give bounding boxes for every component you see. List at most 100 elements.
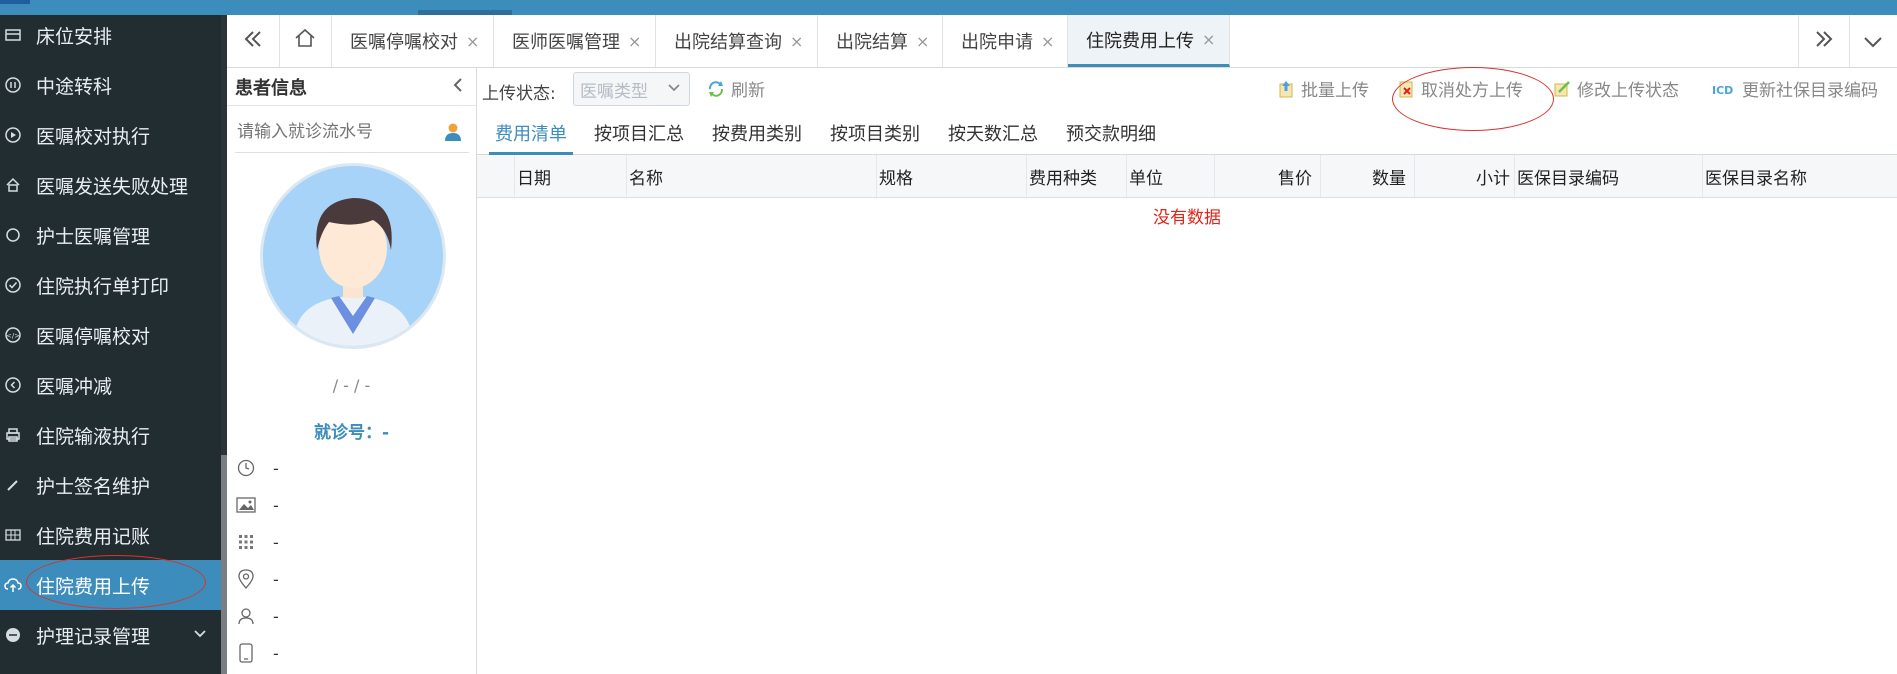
column-header[interactable]: 医保目录名称 [1703, 155, 1897, 197]
tab-stop-order-check[interactable]: 医嘱停嘱校对 × [332, 15, 494, 67]
tab-discharge-settlement[interactable]: 出院结算 × [818, 15, 943, 67]
update-code-label: 更新社保目录编码 [1742, 81, 1878, 101]
modify-status-label: 修改上传状态 [1577, 81, 1679, 101]
sidebar-item-label: 护士签名维护 [36, 475, 151, 498]
info-value: - [273, 606, 279, 626]
pen-icon [4, 476, 22, 494]
sidebar-item-order-check[interactable]: 医嘱校对执行 [0, 110, 221, 160]
svg-text:</>: </> [6, 332, 20, 340]
sidebar-item-stop-check[interactable]: </> 医嘱停嘱校对 [0, 310, 221, 360]
sidebar-item-label: 护士医嘱管理 [36, 225, 151, 248]
close-icon[interactable]: × [628, 32, 641, 51]
home-tab-button[interactable] [279, 15, 332, 67]
info-value: - [273, 569, 279, 589]
subtab-prepayment-detail[interactable]: 预交款明细 [1066, 114, 1156, 152]
tab-discharge-apply[interactable]: 出院申请 × [943, 15, 1068, 67]
tab-label: 医师医嘱管理 [512, 32, 620, 53]
select-placeholder: 医嘱类型 [580, 81, 648, 102]
user-search-icon[interactable] [443, 122, 463, 142]
column-header[interactable]: 日期 [515, 155, 627, 197]
chevron-down-icon[interactable] [193, 627, 207, 643]
sidebar-item-label: 住院费用记账 [36, 525, 151, 548]
sidebar-item-bed-arrangement[interactable]: 床位安排 [0, 15, 221, 60]
visit-number-input[interactable] [235, 121, 439, 143]
chevron-left-icon[interactable] [452, 77, 464, 97]
close-icon[interactable]: × [790, 32, 803, 51]
top-header-bar [0, 0, 1897, 15]
chevron-down-icon [667, 81, 681, 97]
tab-discharge-query[interactable]: 出院结算查询 × [656, 15, 818, 67]
column-header[interactable]: 费用种类 [1027, 155, 1127, 197]
code-circle-icon: </> [4, 326, 22, 344]
avatar [260, 163, 446, 349]
sidebar-item-nurse-order[interactable]: 护士医嘱管理 [0, 210, 221, 260]
column-header[interactable]: 数量 [1321, 155, 1415, 197]
info-value: - [273, 495, 279, 515]
sidebar-item-nursing-record[interactable]: 护理记录管理 [0, 610, 221, 660]
subtab-by-day[interactable]: 按天数汇总 [948, 114, 1038, 152]
sidebar-item-label: 护理记录管理 [36, 625, 151, 648]
subtab-fee-list[interactable]: 费用清单 [489, 114, 573, 155]
tab-label: 出院结算 [836, 32, 908, 53]
sidebar-item-label: 医嘱校对执行 [36, 125, 151, 148]
tab-fee-upload[interactable]: 住院费用上传 × [1068, 15, 1230, 67]
column-header[interactable]: 规格 [877, 155, 1027, 197]
column-header[interactable]: 小计 [1415, 155, 1515, 197]
clock-icon [235, 457, 257, 479]
scroll-tabs-left-button[interactable] [227, 15, 280, 67]
sidebar-item-exec-print[interactable]: 住院执行单打印 [0, 260, 221, 310]
cancel-prescription-upload-button[interactable]: 取消处方上传 [1397, 76, 1523, 101]
sidebar-item-send-failed[interactable]: 医嘱发送失败处理 [0, 160, 221, 210]
phone-icon [235, 642, 257, 664]
table-icon [4, 526, 22, 544]
sidebar-item-infusion[interactable]: 住院输液执行 [0, 410, 221, 460]
sidebar-item-label: 住院费用上传 [36, 575, 151, 598]
update-insurance-code-button[interactable]: ICD 更新社保目录编码 [1712, 76, 1878, 101]
info-row-phone: - [235, 639, 279, 667]
double-chevron-right-icon [1814, 29, 1834, 54]
close-icon[interactable]: × [916, 32, 929, 51]
home-icon [294, 28, 316, 54]
modify-upload-status-button[interactable]: 修改上传状态 [1553, 76, 1679, 101]
order-type-select[interactable]: 医嘱类型 [573, 72, 690, 106]
sidebar-item-transfer[interactable]: 中途转科 [0, 60, 221, 110]
edit-icon [1553, 80, 1571, 98]
column-header[interactable]: 医保目录编码 [1515, 155, 1703, 197]
main-content: 上传状态: 医嘱类型 刷新 批量上传 取消处方上传 修改上传状态 ICD 更新社… [477, 68, 1897, 674]
icd-icon: ICD [1712, 80, 1736, 98]
sidebar-item-fee-record[interactable]: 住院费用记账 [0, 510, 221, 560]
home-icon [4, 176, 22, 194]
sidebar: 床位安排 中途转科 医嘱校对执行 医嘱发送失败处理 护士医嘱管理 住院执行单打印… [0, 15, 221, 674]
sidebar-item-label: 医嘱冲减 [36, 375, 113, 398]
record-icon [4, 626, 22, 644]
close-icon[interactable]: × [1202, 30, 1215, 49]
column-header[interactable]: 单位 [1127, 155, 1215, 197]
column-header[interactable]: 名称 [627, 155, 877, 197]
bed-icon [4, 26, 22, 44]
sidebar-item-nurse-sign[interactable]: 护士签名维护 [0, 460, 221, 510]
subtab-by-item[interactable]: 按项目汇总 [594, 114, 684, 152]
batch-upload-button[interactable]: 批量上传 [1277, 76, 1369, 101]
column-header[interactable]: 售价 [1215, 155, 1321, 197]
close-icon[interactable]: × [466, 32, 479, 51]
subtab-by-fee-category[interactable]: 按费用类别 [712, 114, 802, 152]
refresh-button[interactable]: 刷新 [707, 76, 765, 101]
svg-text:ICD: ICD [1712, 84, 1733, 96]
tab-doctor-order[interactable]: 医师医嘱管理 × [494, 15, 656, 67]
tab-label: 医嘱停嘱校对 [350, 32, 458, 53]
patient-panel-title: 患者信息 [235, 77, 307, 99]
circle-icon [4, 226, 22, 244]
sidebar-item-order-offset[interactable]: 医嘱冲减 [0, 360, 221, 410]
logo-mark [0, 0, 30, 4]
sidebar-item-label: 中途转科 [36, 75, 113, 98]
back-circle-icon [4, 376, 22, 394]
tab-menu-button[interactable] [1848, 15, 1897, 67]
scroll-tabs-right-button[interactable] [1798, 15, 1850, 67]
info-row-time: - [235, 454, 279, 482]
sidebar-item-fee-upload[interactable]: 住院费用上传 [0, 560, 221, 610]
subtab-by-item-category[interactable]: 按项目类别 [830, 114, 920, 152]
person-icon [235, 605, 257, 627]
close-icon[interactable]: × [1041, 32, 1054, 51]
info-value: - [273, 458, 279, 478]
check-circle-icon [4, 276, 22, 294]
